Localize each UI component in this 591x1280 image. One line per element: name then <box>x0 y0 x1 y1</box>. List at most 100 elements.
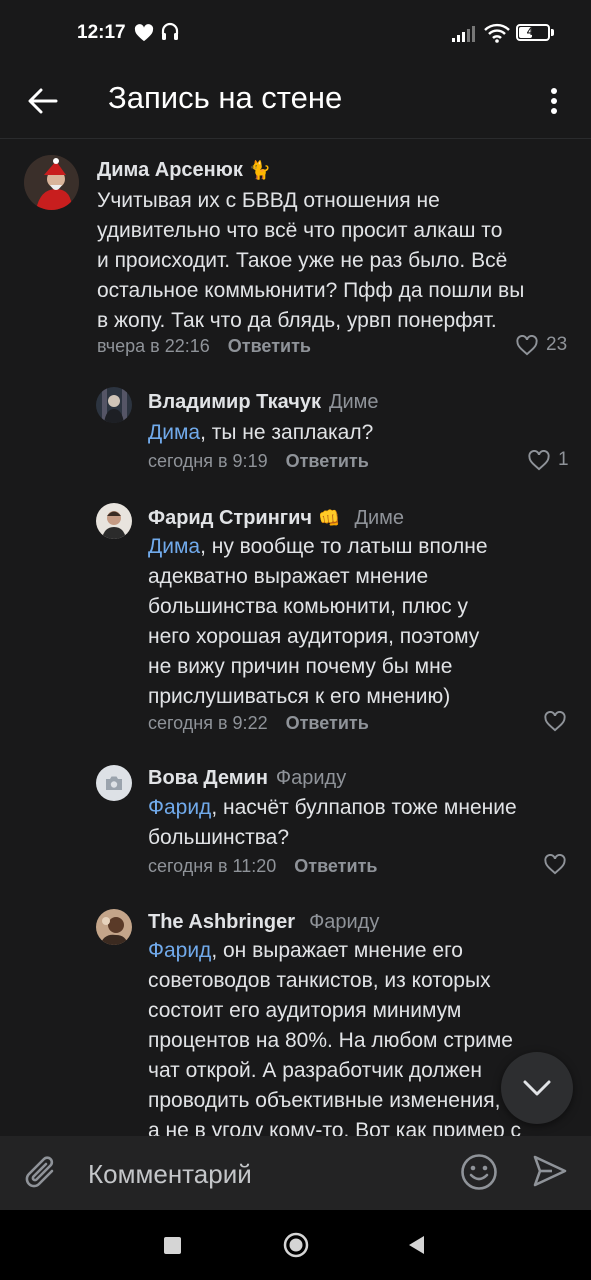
attach-button[interactable] <box>24 1153 60 1198</box>
heart-outline-icon <box>528 449 550 470</box>
comment-text: Учитывая их с БВВД отношения не удивител… <box>97 186 524 336</box>
reply-button[interactable]: Ответить <box>294 856 377 876</box>
author-name[interactable]: Вова Демин <box>148 767 268 789</box>
comment-text-line: большинства? <box>148 826 290 849</box>
page-title: Запись на стене <box>108 80 343 115</box>
more-options-button[interactable] <box>536 78 572 124</box>
comment-header: Вова Демин Фариду <box>148 765 346 791</box>
camera-icon <box>106 776 122 790</box>
battery-level: 42 <box>526 26 540 38</box>
like-count: 23 <box>546 334 568 355</box>
comment-text-line: проводить объективные изменения, <box>148 1089 501 1112</box>
comment-text-line: него хорошая аудитория, поэтому <box>148 625 480 648</box>
back-button[interactable] <box>20 78 66 124</box>
comment-text-line: процентов на 80%. На любом стриме <box>148 1029 513 1052</box>
reply-to-name[interactable]: Фариду <box>309 911 379 933</box>
reply-button[interactable]: Ответить <box>286 713 369 733</box>
author-name[interactable]: Владимир Ткачук <box>148 391 321 413</box>
avatar[interactable] <box>96 909 132 945</box>
comment-text-line: большинства комьюнити, плюс у <box>148 595 468 618</box>
mention-link[interactable]: Фарид <box>148 796 211 819</box>
comment-text-line: , насчёт булпапов тоже мнение <box>211 796 517 819</box>
home-button[interactable] <box>283 1232 309 1258</box>
comment-meta: сегодня в 11:20 Ответить <box>148 856 377 877</box>
comment-text-line: удивительно что всё что просит алкаш то <box>97 219 503 242</box>
comment-meta: сегодня в 9:19 Ответить <box>148 451 369 472</box>
comment-text: Фарид, он выражает мнение его советоводо… <box>148 936 521 1136</box>
comment-text-line: чат открой. А разработчик должен <box>148 1059 482 1082</box>
comment-text-line: , он выражает мнение его <box>211 939 463 962</box>
comment-text-line: адекватно выражает мнение <box>148 565 429 588</box>
comment-time: сегодня в 9:22 <box>148 713 268 733</box>
comment-text-line: остальное коммьюнити? Пфф да пошли вы <box>97 279 525 302</box>
comments-list[interactable]: Дима Арсенюк 🐈 Учитывая их с БВВД отношен… <box>0 139 591 1136</box>
like-button[interactable] <box>543 854 567 875</box>
mention-link[interactable]: Дима <box>148 535 200 558</box>
comment-header: The Ashbringer Фариду <box>148 909 379 935</box>
comment-header: Фарид Стрингич 👊 Диме <box>148 505 404 531</box>
comment-text-line: а не в угоду кому-то. Вот как пример с <box>148 1119 522 1136</box>
comment-text-line: в жопу. Так что да блядь, урвп понерфят. <box>97 309 497 332</box>
more-vertical-icon <box>551 88 557 114</box>
comment-text: Дима, ну вообще то латыш вполне адекватн… <box>148 532 488 712</box>
avatar[interactable] <box>96 765 132 801</box>
reply-to-name[interactable]: Фариду <box>276 767 346 789</box>
comment-text-line: , ты не заплакал? <box>200 421 374 444</box>
avatar[interactable] <box>96 503 132 539</box>
reply-to-name[interactable]: Диме <box>329 391 379 413</box>
system-navigation-bar <box>0 1210 591 1280</box>
scroll-down-button[interactable] <box>501 1052 573 1124</box>
heart-status-icon <box>134 24 154 42</box>
heart-outline-icon <box>516 334 538 355</box>
comment-reply: Фарид Стрингич 👊 Диме Дима, ну вообще то л… <box>0 487 591 751</box>
like-count: 1 <box>558 449 569 470</box>
author-badge: 🐈 <box>248 160 272 180</box>
author-badge: 👊 <box>318 508 341 528</box>
comment-text: Фарид, насчёт булпапов тоже мнение больш… <box>148 793 517 853</box>
arrow-left-icon <box>28 88 58 114</box>
comment-text-line: прислушиваться к его мнению) <box>148 685 451 708</box>
comment-text-line: не вижу причин почему бы мне <box>148 655 453 678</box>
signal-icon <box>452 26 475 42</box>
system-back-button[interactable] <box>406 1234 426 1256</box>
comment-meta: вчера в 22:16 Ответить <box>97 336 311 357</box>
comment-reply: Владимир Ткачук Диме Дима, ты не заплакал… <box>0 369 591 487</box>
recent-apps-button[interactable] <box>164 1237 181 1254</box>
like-button[interactable]: 23 <box>515 334 567 356</box>
chevron-down-icon <box>523 1080 551 1096</box>
comment-text-line: состоит его аудитория минимум <box>148 999 462 1022</box>
emoji-button[interactable] <box>460 1153 498 1196</box>
mention-link[interactable]: Дима <box>148 421 200 444</box>
comment-meta: сегодня в 9:22 Ответить <box>148 713 369 734</box>
comment-reply: Вова Демин Фариду Фарид, насчёт булпапов … <box>0 751 591 897</box>
comment-input[interactable] <box>86 1150 450 1198</box>
comment-text-line: советоводов танкистов, из которых <box>148 969 491 992</box>
author-name[interactable]: Дима Арсенюк <box>97 159 243 181</box>
comment-time: сегодня в 11:20 <box>148 856 277 876</box>
avatar[interactable] <box>24 155 79 210</box>
comment-text: Дима, ты не заплакал? <box>148 418 373 448</box>
smile-icon <box>461 1154 497 1190</box>
author-name[interactable]: Фарид Стрингич <box>148 507 312 529</box>
comment: Дима Арсенюк 🐈 Учитывая их с БВВД отношен… <box>0 139 591 369</box>
author-name[interactable]: The Ashbringer <box>148 911 295 933</box>
send-button[interactable] <box>532 1153 568 1194</box>
avatar[interactable] <box>96 387 132 423</box>
battery-icon: 42 <box>516 24 550 41</box>
comment-composer <box>0 1136 591 1210</box>
paperclip-icon <box>25 1156 54 1188</box>
like-button[interactable]: 1 <box>527 449 569 471</box>
reply-to-name[interactable]: Диме <box>354 507 404 529</box>
reply-button[interactable]: Ответить <box>286 451 369 471</box>
heart-outline-icon <box>544 711 566 732</box>
comment-header: Владимир Ткачук Диме <box>148 389 379 415</box>
comment-time: вчера в 22:16 <box>97 336 210 356</box>
app-header: Запись на стене <box>0 68 591 138</box>
mention-link[interactable]: Фарид <box>148 939 211 962</box>
send-icon <box>533 1155 567 1187</box>
reply-button[interactable]: Ответить <box>228 336 311 356</box>
comment-text-line: и происходит. Такое уже не раз было. Всё <box>97 249 508 272</box>
status-bar: 12:17 42 <box>0 0 591 68</box>
comment-text-line: , ну вообще то латыш вполне <box>200 535 488 558</box>
like-button[interactable] <box>543 711 567 732</box>
